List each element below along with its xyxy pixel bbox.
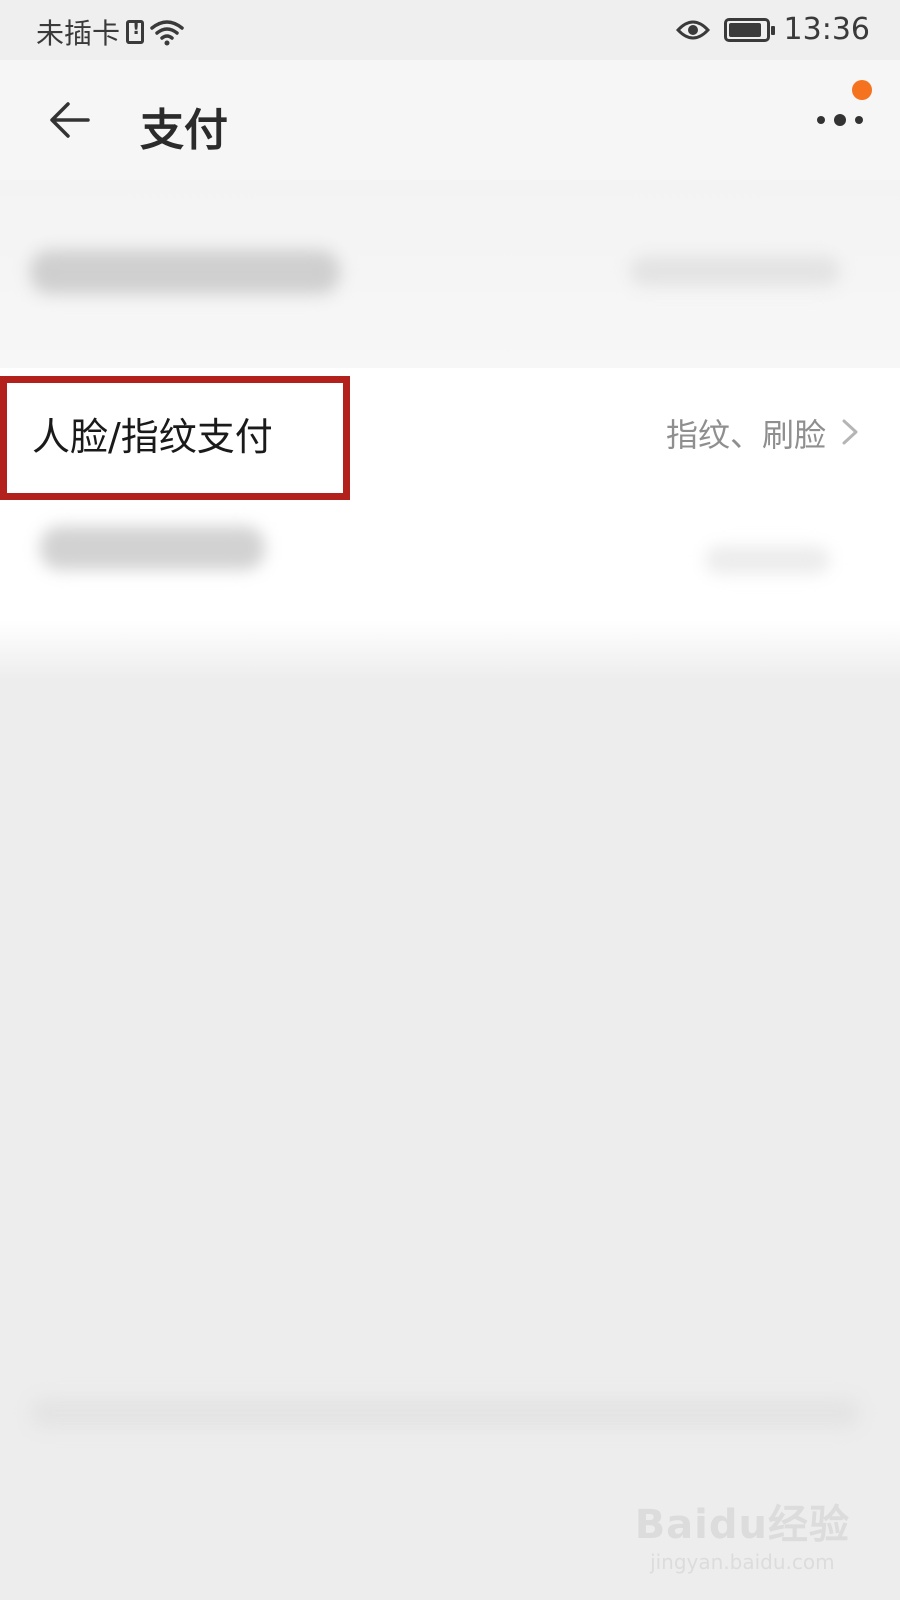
blurred-footer-text (30, 1398, 860, 1428)
row-value: 指纹、刷脸 (665, 416, 826, 454)
battery-icon (723, 17, 775, 42)
status-right: 13:36 (675, 12, 870, 47)
blurred-text (40, 526, 265, 570)
more-dot-icon (834, 114, 846, 126)
eye-icon (675, 18, 710, 42)
blurred-text (630, 256, 840, 286)
watermark-logo: Baidu经验 (634, 1502, 850, 1548)
baidu-watermark: Baidu经验 jingyan.baidu.com (635, 1492, 850, 1574)
settings-list: 人脸/指纹支付 指纹、刷脸 (0, 368, 900, 648)
app-header: 支付 (0, 60, 900, 180)
row-label: 人脸/指纹支付 (32, 415, 273, 459)
back-button[interactable] (40, 90, 100, 150)
more-dot-icon (817, 116, 825, 124)
blurred-row[interactable] (0, 180, 900, 368)
wifi-icon (150, 18, 184, 46)
more-dot-icon (855, 116, 863, 124)
section-fade (0, 620, 900, 680)
more-options-button[interactable] (810, 100, 870, 140)
face-fingerprint-pay-row[interactable]: 人脸/指纹支付 指纹、刷脸 (0, 368, 900, 498)
blurred-text (705, 546, 830, 574)
blurred-text (30, 250, 340, 294)
chevron-right-icon (842, 419, 858, 445)
page-title: 支付 (140, 105, 228, 156)
sim-alert-icon (126, 18, 145, 44)
status-left: 未插卡 (36, 12, 184, 52)
notification-dot (852, 80, 872, 100)
back-arrow-icon (50, 102, 90, 138)
watermark-url: jingyan.baidu.com (650, 1550, 835, 1574)
carrier-text: 未插卡 (36, 17, 121, 50)
status-time: 13:36 (783, 12, 870, 47)
status-bar: 未插卡 13:36 (0, 0, 900, 60)
